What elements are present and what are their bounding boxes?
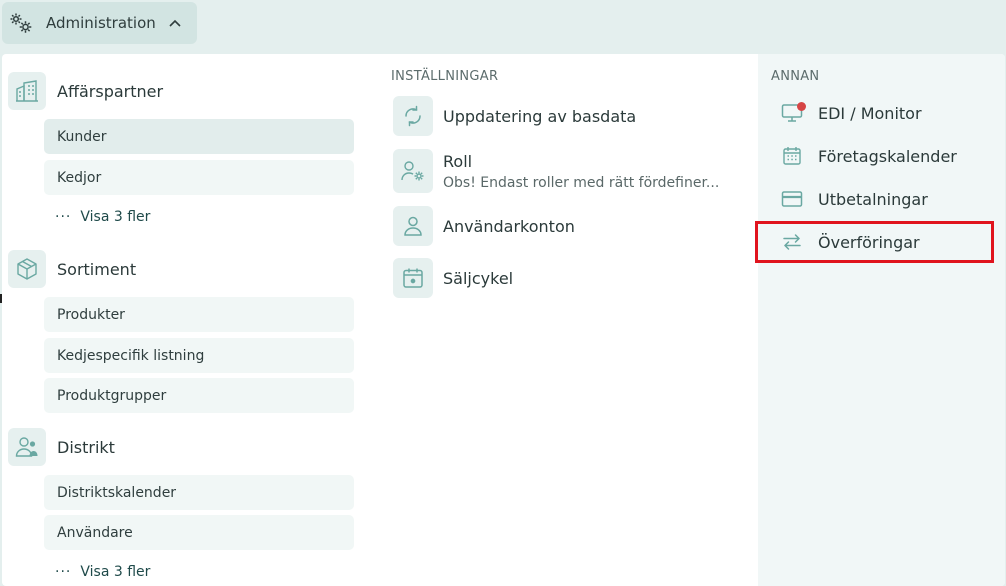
buildings-icon — [8, 72, 46, 110]
top-bar: Administration — [0, 0, 1006, 52]
menu-item-description: Obs! Endast roller med rätt fördefiner..… — [443, 174, 720, 191]
menu-item-title: Uppdatering av basdata — [443, 106, 637, 126]
other-column — [758, 54, 1005, 586]
menu-item-uppdatering-av-basdata[interactable]: Uppdatering av basdata — [393, 96, 636, 136]
menu-item-produkter[interactable]: Produkter — [44, 297, 354, 332]
menu-item-saljcykel[interactable]: Säljcykel — [393, 258, 513, 298]
category-title: Sortiment — [57, 259, 137, 279]
category-affarspartner: Affärspartner — [8, 71, 163, 111]
show-more-label: Visa 3 fler — [80, 564, 151, 580]
ellipsis-icon: ··· — [55, 209, 72, 225]
calendar-grid-icon — [778, 146, 806, 166]
menu-item-label: EDI / Monitor — [818, 103, 922, 123]
menu-item-title: Roll — [443, 151, 473, 171]
menu-item-edi-monitor[interactable]: EDI / Monitor — [778, 98, 922, 128]
section-heading-installningar: INSTÄLLNINGAR — [391, 69, 499, 84]
category-title: Distrikt — [57, 437, 115, 457]
menu-item-roll[interactable]: Roll Obs! Endast roller med rätt fördefi… — [393, 149, 719, 193]
menu-item-produktgrupper[interactable]: Produktgrupper — [44, 378, 354, 413]
menu-item-title: Användarkonton — [443, 216, 575, 236]
show-more-label: Visa 3 fler — [80, 209, 151, 225]
administration-label: Administration — [46, 14, 156, 32]
menu-item-utbetalningar[interactable]: Utbetalningar — [778, 184, 928, 214]
box-icon — [8, 250, 46, 288]
highlight-box — [755, 221, 994, 263]
section-heading-annan: ANNAN — [771, 69, 820, 84]
user-settings-icon — [393, 149, 433, 193]
menu-item-kunder[interactable]: Kunder — [44, 119, 354, 154]
administration-menu-button[interactable]: Administration — [2, 2, 197, 44]
menu-item-anvandarkonton[interactable]: Användarkonton — [393, 206, 575, 246]
menu-item-label: Företagskalender — [818, 146, 957, 166]
monitor-icon — [778, 102, 806, 123]
notification-dot — [797, 102, 806, 111]
menu-item-label: Utbetalningar — [818, 189, 928, 209]
ellipsis-icon: ··· — [55, 564, 72, 580]
calendar-icon — [393, 258, 433, 298]
chevron-up-icon — [168, 18, 182, 28]
gears-icon — [8, 11, 34, 35]
category-sortiment: Sortiment — [8, 249, 136, 289]
show-more-link[interactable]: ··· Visa 3 fler — [55, 562, 150, 582]
menu-item-distriktskalender[interactable]: Distriktskalender — [44, 475, 354, 510]
category-distrikt: Distrikt — [8, 427, 115, 467]
refresh-icon — [393, 96, 433, 136]
menu-item-title: Säljcykel — [443, 268, 514, 288]
category-title: Affärspartner — [57, 81, 164, 101]
menu-item-kedjespecifik-listning[interactable]: Kedjespecifik listning — [44, 338, 354, 373]
card-icon — [778, 190, 806, 208]
menu-item-foretagskalender[interactable]: Företagskalender — [778, 141, 957, 171]
menu-item-kedjor[interactable]: Kedjor — [44, 160, 354, 195]
menu-item-anvandare[interactable]: Användare — [44, 515, 354, 550]
user-icon — [393, 206, 433, 246]
show-more-link[interactable]: ··· Visa 3 fler — [55, 207, 150, 227]
user-group-icon — [8, 428, 46, 466]
